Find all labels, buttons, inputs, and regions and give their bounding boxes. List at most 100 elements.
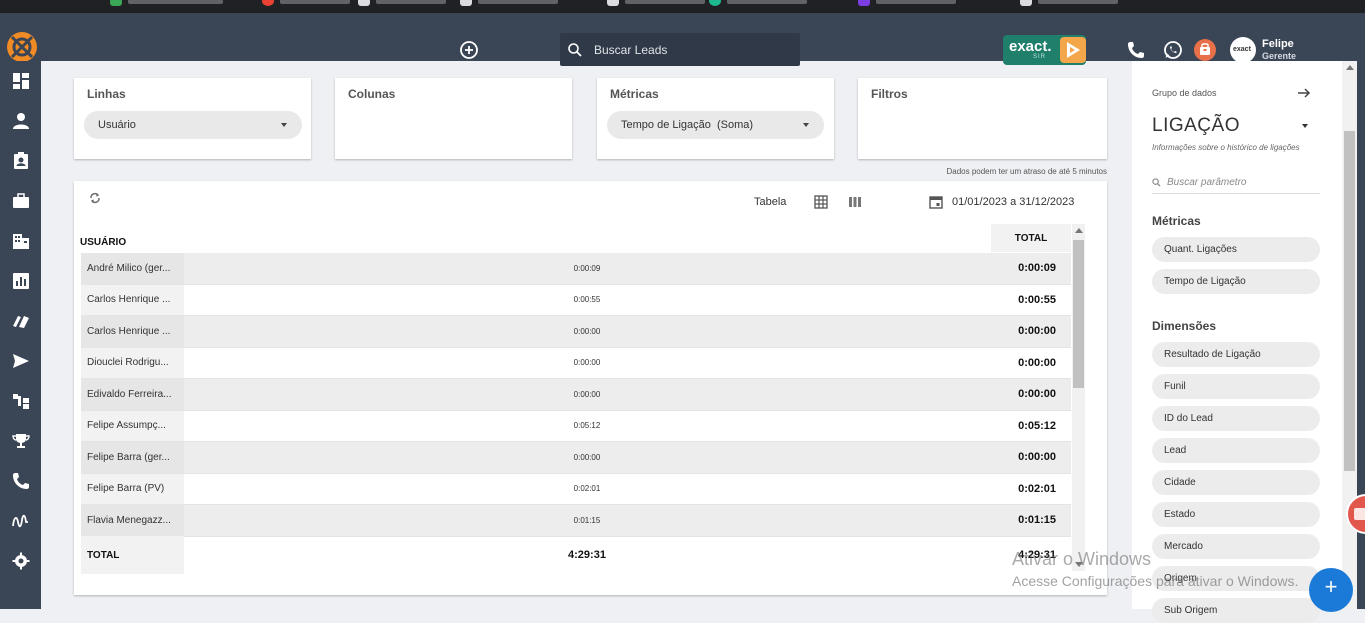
- whatsapp-icon[interactable]: [1162, 39, 1184, 61]
- user-avatar[interactable]: exact: [1230, 37, 1256, 63]
- dimension-item[interactable]: Estado: [1152, 502, 1320, 527]
- row-user-name: Carlos Henrique ...: [81, 284, 184, 315]
- table-row[interactable]: Felipe Barra (PV) 0:02:01 0:02:01: [81, 473, 1071, 505]
- tab-favicon[interactable]: [607, 0, 619, 6]
- hierarchy-icon[interactable]: [12, 392, 30, 410]
- tab-title-fragment: [280, 0, 350, 4]
- columns-view-icon[interactable]: [848, 195, 862, 209]
- send-icon[interactable]: [12, 352, 30, 370]
- bar-chart-icon[interactable]: [12, 272, 30, 290]
- data-group-description: Informações sobre o histórico de ligaçõe…: [1152, 143, 1300, 152]
- dimensoes-section-title: Dimensões: [1152, 319, 1217, 333]
- metric-item[interactable]: Tempo de Ligação: [1152, 269, 1320, 294]
- table-row[interactable]: Felipe Barra (ger... 0:00:00 0:00:00: [81, 442, 1071, 474]
- caret-down-icon[interactable]: [1302, 124, 1308, 128]
- date-range[interactable]: 01/01/2023 a 31/12/2023: [952, 196, 1074, 208]
- dashboard-icon[interactable]: [12, 72, 30, 90]
- tab-favicon[interactable]: [262, 0, 274, 6]
- exact-brand-badge[interactable]: exact. SIR: [1003, 35, 1086, 65]
- top-navigation-bar: exact. SIR exact Felipe Gerente: [0, 13, 1365, 66]
- browser-tab-strip: [0, 0, 1365, 13]
- tab-favicon[interactable]: [110, 0, 122, 6]
- metric-item[interactable]: Quant. Ligações: [1152, 237, 1320, 262]
- row-total: 0:00:00: [1018, 325, 1056, 338]
- colunas-card[interactable]: Colunas: [335, 78, 572, 159]
- table-row[interactable]: Carlos Henrique ... 0:00:00 0:00:00: [81, 316, 1071, 348]
- dimension-item[interactable]: Funil: [1152, 374, 1320, 399]
- dimension-item[interactable]: Cidade: [1152, 470, 1320, 495]
- total-value: 4:29:31: [568, 549, 606, 561]
- tab-title-fragment: [376, 0, 446, 4]
- parameter-search-input[interactable]: [1165, 175, 1319, 189]
- user-name[interactable]: Felipe: [1262, 38, 1294, 50]
- page-scroll-thumb[interactable]: [1344, 131, 1355, 471]
- trophy-icon[interactable]: [12, 432, 30, 450]
- row-value: 0:01:15: [573, 515, 601, 525]
- linhas-value: Usuário: [98, 119, 136, 131]
- dimension-item[interactable]: Sub Origem: [1152, 598, 1320, 623]
- lead-search-box[interactable]: [560, 33, 800, 66]
- table-row[interactable]: Carlos Henrique ... 0:00:55 0:00:55: [81, 284, 1071, 316]
- scroll-up-arrow-icon[interactable]: [1346, 65, 1354, 70]
- table-view-icon[interactable]: [814, 195, 828, 209]
- table-row[interactable]: Edivaldo Ferreira... 0:00:00 0:00:00: [81, 379, 1071, 411]
- tab-favicon[interactable]: [709, 0, 721, 6]
- tab-favicon[interactable]: [858, 0, 870, 6]
- table-body: André Milico (ger... 0:00:09 0:00:09 Car…: [81, 253, 1071, 537]
- building-icon[interactable]: [12, 232, 30, 250]
- exact-logo-icon[interactable]: [6, 31, 38, 63]
- settings-gear-icon[interactable]: [12, 552, 30, 570]
- arrow-right-icon[interactable]: [1297, 86, 1311, 100]
- plus-icon: +: [1324, 574, 1338, 599]
- row-value: 0:02:01: [573, 484, 601, 494]
- row-total: 0:00:00: [1018, 356, 1056, 369]
- data-group-panel: Grupo de dados LIGAÇÃO Informações sobre…: [1132, 61, 1342, 623]
- notification-icon[interactable]: [1194, 39, 1216, 61]
- table-row[interactable]: Diouclei Rodrigu... 0:00:00 0:00:00: [81, 347, 1071, 379]
- row-user-name: Felipe Assumpç...: [81, 410, 184, 441]
- call-icon[interactable]: [12, 472, 30, 490]
- tab-favicon[interactable]: [358, 0, 370, 6]
- add-circle-icon[interactable]: [458, 39, 480, 61]
- data-group-select[interactable]: LIGAÇÃO: [1152, 115, 1240, 137]
- activity-icon[interactable]: [12, 512, 30, 530]
- dimension-item[interactable]: Resultado de Ligação: [1152, 342, 1320, 367]
- data-delay-note: Dados podem ter um atraso de até 5 minut…: [946, 167, 1107, 176]
- add-fab-button[interactable]: +: [1309, 568, 1353, 612]
- view-mode-label: Tabela: [754, 196, 787, 208]
- table-row[interactable]: André Milico (ger... 0:00:09 0:00:09: [81, 253, 1071, 285]
- metricas-select[interactable]: Tempo de Ligação (Soma): [607, 111, 824, 139]
- phone-icon[interactable]: [1125, 39, 1147, 61]
- column-header-total[interactable]: TOTAL: [991, 224, 1071, 252]
- left-sidebar: [0, 61, 41, 609]
- calendar-icon[interactable]: [929, 195, 943, 209]
- contact-card-icon[interactable]: [12, 152, 30, 170]
- row-value: 0:00:00: [573, 452, 601, 462]
- dimension-item[interactable]: ID do Lead: [1152, 406, 1320, 431]
- filtros-card[interactable]: Filtros: [858, 78, 1107, 159]
- pipeline-icon[interactable]: [12, 312, 30, 330]
- tab-favicon[interactable]: [1020, 0, 1032, 6]
- search-icon: [568, 42, 582, 57]
- row-user-name: Carlos Henrique ...: [81, 316, 184, 347]
- linhas-select[interactable]: Usuário: [84, 111, 302, 139]
- row-total: 0:05:12: [1018, 419, 1056, 432]
- metricas-title: Métricas: [610, 87, 659, 101]
- row-value: 0:05:12: [573, 421, 601, 431]
- dimension-item[interactable]: Lead: [1152, 438, 1320, 463]
- person-icon[interactable]: [12, 112, 30, 130]
- table-scrollbar[interactable]: [1072, 224, 1085, 571]
- row-total: 0:02:01: [1018, 482, 1056, 495]
- lead-search-input[interactable]: [592, 41, 786, 58]
- refresh-icon[interactable]: [88, 191, 102, 205]
- table-row[interactable]: Felipe Assumpç... 0:05:12 0:05:12: [81, 410, 1071, 442]
- metricas-section-title: Métricas: [1152, 214, 1201, 228]
- scroll-up-arrow-icon[interactable]: [1075, 228, 1083, 233]
- tab-favicon[interactable]: [460, 0, 472, 6]
- parameter-search[interactable]: [1152, 171, 1320, 194]
- dimension-item[interactable]: Mercado: [1152, 534, 1320, 559]
- column-header-usuario[interactable]: USUÁRIO: [80, 237, 126, 248]
- table-scroll-thumb[interactable]: [1073, 240, 1084, 388]
- table-row[interactable]: Flavia Menegazz... 0:01:15 0:01:15: [81, 505, 1071, 537]
- briefcase-icon[interactable]: [12, 192, 30, 210]
